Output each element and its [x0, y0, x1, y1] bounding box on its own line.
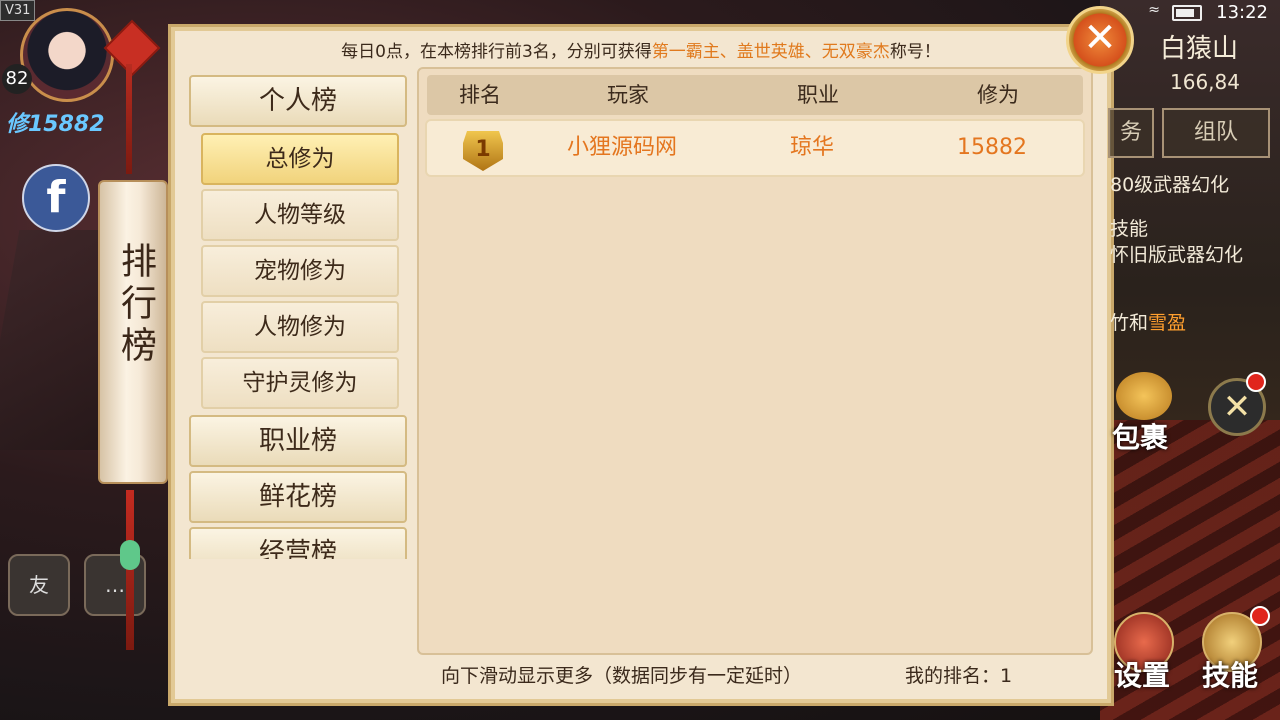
subtab-character-level[interactable]: 人物等级 — [201, 189, 399, 241]
subtab-total-power[interactable]: 总修为 — [201, 133, 399, 185]
task-button[interactable]: 务 — [1108, 108, 1154, 158]
my-rank-value: 1 — [1000, 665, 1013, 687]
notification-dot — [1246, 372, 1266, 392]
map-coordinates: 166,84 — [1170, 70, 1240, 94]
quest-prefix: 竹和 — [1110, 312, 1149, 334]
leaderboard-title: 排行榜 — [115, 242, 156, 368]
chat-icon: … — [105, 573, 125, 597]
header-profession: 职业 — [797, 83, 839, 107]
bag-label[interactable]: 包裹 — [1112, 416, 1168, 456]
wifi-icon: ≈ — [1148, 2, 1160, 18]
notice-highlight: 第一霸主、盖世英雄、无双豪杰 — [651, 42, 890, 62]
avatar[interactable] — [20, 8, 114, 102]
notification-dot — [1250, 606, 1270, 626]
tab-flower[interactable]: 鲜花榜 — [189, 471, 407, 523]
tab-personal[interactable]: 个人榜 — [189, 75, 407, 127]
header-power: 修为 — [977, 83, 1019, 107]
cell-power: 15882 — [957, 135, 1027, 160]
scroll-banner: 排行榜 — [98, 180, 168, 484]
quest-line[interactable]: 技能 — [1110, 214, 1148, 241]
clock: 13:22 — [1216, 2, 1268, 23]
rank-badge-icon: 1 — [463, 131, 503, 171]
battery-icon — [1172, 5, 1202, 21]
leaderboard-panel: 每日0点，在本榜排行前3名，分别可获得第一霸主、盖世英雄、无双豪杰称号！ 个人榜… — [168, 24, 1114, 706]
notice-suffix: 称号！ — [889, 42, 941, 62]
scroll-hint: 向下滑动显示更多（数据同步有一定延时） — [441, 665, 803, 687]
subtab-pet-power[interactable]: 宠物修为 — [201, 245, 399, 297]
player-power: 修15882 — [6, 112, 105, 137]
tab-profession[interactable]: 职业榜 — [189, 415, 407, 467]
close-button[interactable]: ✕ — [1066, 6, 1134, 74]
quest-highlight: 雪盈 — [1148, 312, 1187, 334]
facebook-icon[interactable]: f — [22, 164, 90, 232]
quest-line[interactable]: 竹和雪盈 — [1110, 308, 1186, 335]
tassel-ornament — [126, 64, 132, 174]
subtab-guardian-power[interactable]: 守护灵修为 — [201, 357, 399, 409]
tassel-ornament-bottom — [126, 490, 134, 650]
quest-line[interactable]: 80级武器幻化 — [1110, 170, 1229, 197]
reward-notice: 每日0点，在本榜排行前3名，分别可获得第一霸主、盖世英雄、无双豪杰称号！ — [171, 37, 1111, 62]
quest-line[interactable]: 怀旧版武器幻化 — [1110, 240, 1243, 267]
team-button[interactable]: 组队 — [1162, 108, 1270, 158]
my-rank: 我的排名：1 — [905, 661, 1012, 688]
version-badge: V31 — [0, 0, 36, 21]
table-row[interactable]: 1 小狸源码网 琼华 15882 — [425, 119, 1085, 177]
cell-player[interactable]: 小狸源码网 — [527, 121, 717, 175]
settings-label[interactable]: 设置 — [1114, 654, 1170, 694]
category-sidebar: 个人榜 总修为 人物等级 宠物修为 人物修为 守护灵修为 职业榜 鲜花榜 经营榜 — [185, 75, 411, 559]
table-header: 排名 玩家 职业 修为 — [427, 75, 1083, 115]
friends-label: 友 — [29, 573, 49, 597]
player-level: 82 — [2, 64, 32, 94]
notice-prefix: 每日0点，在本榜排行前3名，分别可获得 — [341, 42, 652, 62]
my-rank-label: 我的排名： — [905, 665, 1001, 687]
map-name: 白猿山 — [1160, 34, 1239, 64]
tab-business[interactable]: 经营榜 — [189, 527, 407, 559]
header-rank: 排名 — [459, 83, 501, 107]
ranking-table[interactable]: 排名 玩家 职业 修为 1 小狸源码网 琼华 15882 — [417, 67, 1093, 655]
cell-profession: 琼华 — [789, 135, 834, 160]
header-player: 玩家 — [607, 83, 649, 107]
jade-ornament — [120, 540, 140, 570]
skills-label[interactable]: 技能 — [1202, 654, 1258, 694]
bag-icon[interactable] — [1116, 372, 1172, 420]
subtab-character-power[interactable]: 人物修为 — [201, 301, 399, 353]
friends-button[interactable]: 友 — [8, 554, 70, 616]
